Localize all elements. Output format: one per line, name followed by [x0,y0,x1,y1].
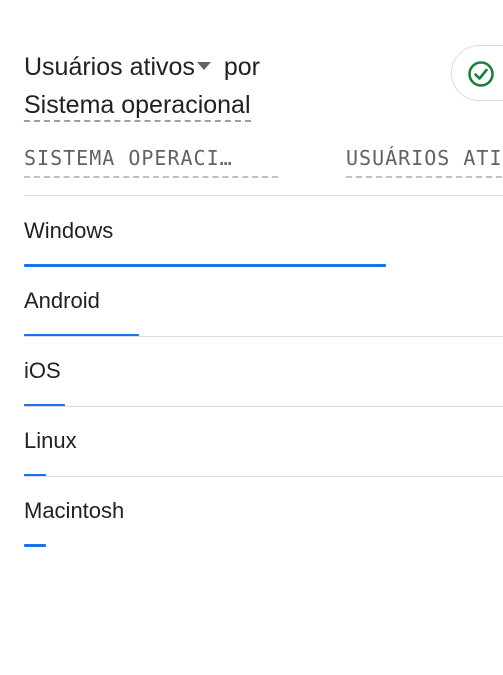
row-label: Linux [24,428,77,453]
metric-label: Usuários ativos [24,53,195,81]
table-row[interactable]: Macintosh [24,476,503,547]
card-title: Usuários ativos por Sistema operacional [24,48,260,124]
column-header-users[interactable]: USUÁRIOS ATIVOS [346,146,503,178]
check-circle-icon [468,61,494,87]
column-header-os[interactable]: SISTEMA OPERACI… [24,146,278,178]
os-users-card: Usuários ativos por Sistema operacional … [0,0,503,675]
row-bar [24,544,46,547]
row-label: Windows [24,218,114,243]
table-row[interactable]: Windows [24,196,503,267]
row-label: iOS [24,358,61,383]
caret-down-icon [196,62,211,71]
dimension-selector[interactable]: Sistema operacional [24,91,251,122]
table-row[interactable]: Linux [24,406,503,477]
status-chip[interactable] [451,45,503,101]
row-label: Android [24,288,100,313]
metric-selector[interactable]: Usuários ativos [24,53,224,81]
table-row[interactable]: iOS [24,336,503,407]
table-row[interactable]: Android [24,266,503,337]
row-label: Macintosh [24,498,125,523]
title-connector: por [223,53,260,81]
